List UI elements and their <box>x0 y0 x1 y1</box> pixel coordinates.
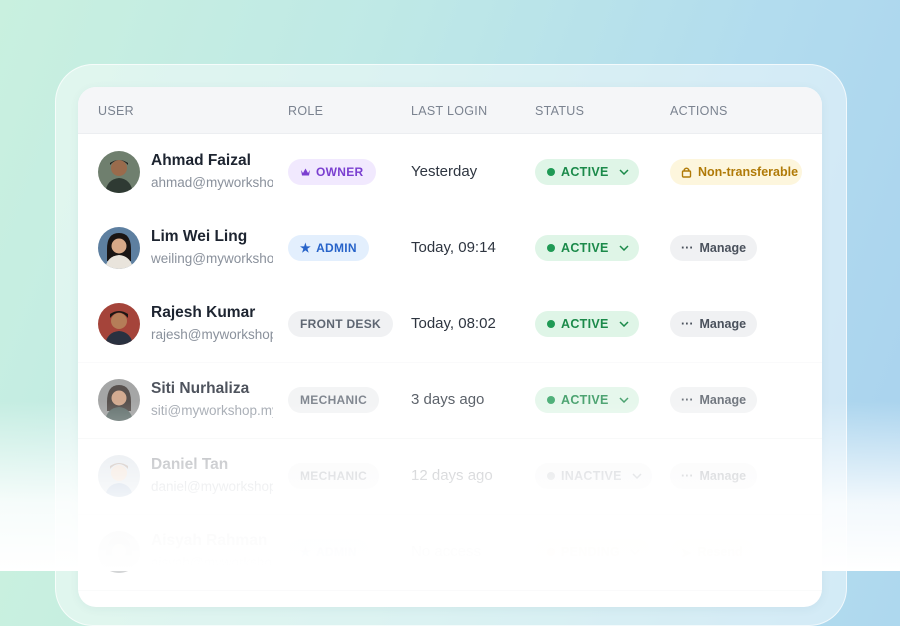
role-badge: MECHANIC <box>288 387 380 413</box>
role-badge: ★ ADMIN <box>288 235 369 261</box>
status-dot <box>547 244 555 252</box>
resend-button[interactable]: ➤ Resend <box>670 539 754 565</box>
role-badge: OWNER <box>288 159 376 185</box>
action-label: Manage <box>699 469 747 483</box>
last-login: Today, 09:14 <box>411 239 496 256</box>
manage-button[interactable]: ··· Manage <box>670 463 758 489</box>
role-badge: MECHANIC <box>288 463 380 489</box>
manage-button[interactable]: ··· Manage <box>670 235 758 261</box>
status-dot <box>547 472 555 480</box>
status-dropdown[interactable]: ACTIVE <box>535 235 639 261</box>
status-dropdown[interactable]: ACTIVE <box>535 159 639 185</box>
lock-icon <box>681 167 692 178</box>
header-role: ROLE <box>288 104 324 118</box>
status-label: ACTIVE <box>561 165 609 179</box>
status-dot <box>547 168 555 176</box>
user-name: Aisyah Rahman <box>151 532 268 549</box>
status-dropdown[interactable]: ACTIVE <box>535 387 639 413</box>
action-label: Non-transferable <box>698 165 799 179</box>
avatar <box>98 531 140 573</box>
avatar <box>98 227 140 269</box>
user-email: aisyah@myworkshop.my <box>151 555 273 570</box>
status-dot <box>547 396 555 404</box>
last-login: Today, 08:02 <box>411 315 496 332</box>
star-icon: ★ <box>300 545 312 559</box>
last-login: Yesterday <box>411 163 478 180</box>
avatar <box>98 303 140 345</box>
status-label: INACTIVE <box>561 469 622 483</box>
last-login: No access <box>411 543 482 560</box>
last-login: 3 days ago <box>411 391 485 408</box>
role-label: ADMIN <box>316 545 357 559</box>
role-label: ADMIN <box>316 241 357 255</box>
chevron-down-icon <box>619 169 629 175</box>
table-row: Aisyah Rahman aisyah@myworkshop.my ★ ADM… <box>78 514 822 591</box>
last-login: 12 days ago <box>411 467 493 484</box>
chevron-down-icon <box>619 245 629 251</box>
avatar <box>98 455 140 497</box>
table-row: Lim Wei Ling weiling@myworkshop.my ★ ADM… <box>78 210 822 287</box>
status-label: PENDING <box>561 545 621 559</box>
user-name: Ahmad Faizal <box>151 152 251 169</box>
action-label: Resend <box>697 545 743 559</box>
role-badge: ★ ADMIN <box>288 539 369 565</box>
header-actions: ACTIONS <box>670 104 728 118</box>
crown-icon <box>301 168 310 176</box>
chevron-down-icon <box>619 321 629 327</box>
status-dropdown[interactable]: ACTIVE <box>535 311 639 337</box>
header-last-login: LAST LOGIN <box>411 104 488 118</box>
status-dropdown[interactable]: INACTIVE <box>535 463 652 489</box>
send-icon: ➤ <box>681 545 692 560</box>
table-row: Ahmad Faizal ahmad@myworkshop.my OWNER Y… <box>78 134 822 211</box>
header-status: STATUS <box>535 104 585 118</box>
status-dropdown[interactable]: PENDING <box>535 539 651 565</box>
user-name: Daniel Tan <box>151 456 229 473</box>
chevron-down-icon <box>632 473 642 479</box>
chevron-down-icon <box>619 397 629 403</box>
action-label: Manage <box>699 317 747 331</box>
role-label: OWNER <box>316 165 364 179</box>
user-email: ahmad@myworkshop.my <box>151 175 273 190</box>
users-table: USER ROLE LAST LOGIN STATUS ACTIONS Ahma… <box>78 87 822 607</box>
table-header: USER ROLE LAST LOGIN STATUS ACTIONS <box>78 87 822 134</box>
user-email: daniel@myworkshop.my <box>151 479 273 494</box>
more-icon: ··· <box>681 469 694 483</box>
manage-button[interactable]: ··· Manage <box>670 387 758 413</box>
status-dot <box>547 548 555 556</box>
role-label: MECHANIC <box>300 393 368 407</box>
user-name: Siti Nurhaliza <box>151 380 250 397</box>
status-label: ACTIVE <box>561 393 609 407</box>
table-row: Daniel Tan daniel@myworkshop.my MECHANIC… <box>78 438 822 515</box>
more-icon: ··· <box>681 241 694 255</box>
status-label: ACTIVE <box>561 317 609 331</box>
user-name: Rajesh Kumar <box>151 304 256 321</box>
header-user: USER <box>98 104 134 118</box>
avatar <box>98 151 140 193</box>
non-transferable-badge: Non-transferable <box>670 159 802 185</box>
more-icon: ··· <box>681 393 694 407</box>
more-icon: ··· <box>681 317 694 331</box>
status-label: ACTIVE <box>561 241 609 255</box>
table-row: Rajesh Kumar rajesh@myworkshop.my FRONT … <box>78 286 822 363</box>
star-icon: ★ <box>300 241 312 255</box>
user-name: Lim Wei Ling <box>151 228 248 245</box>
role-label: FRONT DESK <box>300 317 381 331</box>
status-dot <box>547 320 555 328</box>
user-email: weiling@myworkshop.my <box>151 251 273 266</box>
user-email: siti@myworkshop.my <box>151 403 273 418</box>
table-row: Siti Nurhaliza siti@myworkshop.my MECHAN… <box>78 362 822 439</box>
chevron-down-icon <box>630 549 640 555</box>
role-label: MECHANIC <box>300 469 368 483</box>
role-badge: FRONT DESK <box>288 311 393 337</box>
user-email: rajesh@myworkshop.my <box>151 327 273 342</box>
action-label: Manage <box>699 393 747 407</box>
avatar <box>98 379 140 421</box>
action-label: Manage <box>699 241 747 255</box>
manage-button[interactable]: ··· Manage <box>670 311 758 337</box>
